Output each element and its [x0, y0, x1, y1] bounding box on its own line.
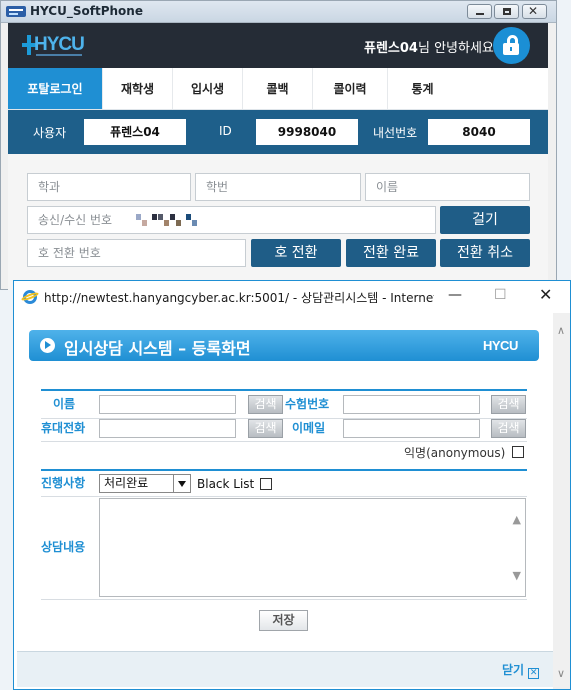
- popup-scrollbar[interactable]: ∧ ∨: [553, 313, 570, 689]
- tab-statistics[interactable]: 통계: [387, 68, 457, 109]
- tab-enrolled[interactable]: 재학생: [102, 68, 172, 109]
- page-header: 입시상담 시스템 – 등록화면 HYCU: [29, 330, 539, 361]
- internet-explorer-icon: [20, 289, 40, 305]
- user-label: 사용자: [33, 126, 67, 140]
- tab-callback[interactable]: 콜백: [242, 68, 312, 109]
- scroll-up-icon: ▲: [512, 513, 521, 526]
- logout-button[interactable]: [493, 27, 530, 64]
- exam-number-input[interactable]: [343, 395, 480, 414]
- department-input[interactable]: 학과: [27, 173, 191, 201]
- email-search-button[interactable]: 검색: [491, 419, 526, 438]
- greeting-username: 퓨렌스04: [364, 41, 418, 56]
- popup-maximize-button[interactable]: ☐: [494, 287, 507, 303]
- maximize-button[interactable]: [494, 4, 519, 19]
- header-logo: HYCU: [483, 338, 518, 353]
- extension-value: 8040: [428, 119, 530, 145]
- popup-name-input[interactable]: [99, 395, 236, 414]
- progress-select[interactable]: 처리완료: [99, 474, 191, 493]
- greeting-suffix: 님 안녕하세요.: [417, 41, 499, 56]
- logo-underline: [36, 54, 82, 56]
- dial-button[interactable]: 걸기: [440, 206, 530, 234]
- maximize-icon: [503, 8, 511, 15]
- phone-label: 휴대전화: [41, 421, 86, 435]
- greeting: 퓨렌스04님 안녕하세요.: [364, 37, 498, 56]
- progress-label: 진행사항: [41, 476, 86, 490]
- popup-close-button[interactable]: ✕: [539, 285, 552, 304]
- transfer-complete-button[interactable]: 전환 완료: [346, 239, 436, 267]
- close-box-icon: ✕: [528, 668, 540, 679]
- name-input[interactable]: 이름: [365, 173, 530, 201]
- scroll-down-icon: ▼: [512, 569, 521, 582]
- tab-applicant[interactable]: 입시생: [172, 68, 242, 109]
- exam-number-search-button[interactable]: 검색: [491, 395, 526, 414]
- content-label: 상담내용: [41, 540, 86, 554]
- close-icon: ✕: [528, 4, 539, 18]
- email-input[interactable]: [343, 419, 480, 438]
- save-button[interactable]: 저장: [259, 610, 308, 631]
- call-form: 학과 학번 이름 송신/수신 번호 걸기 호 전환 번호 호 전환 전환 완료 …: [8, 154, 548, 290]
- call-number-placeholder: 송신/수신 번호: [38, 213, 113, 227]
- popup-footer: [17, 651, 553, 687]
- form-top-line: [41, 389, 527, 391]
- close-link[interactable]: 닫기 ✕: [502, 661, 540, 679]
- play-icon: [40, 338, 55, 353]
- extension-label: 내선번호: [373, 126, 418, 140]
- transfer-cancel-button[interactable]: 전환 취소: [440, 239, 530, 267]
- anonymous-checkbox[interactable]: [512, 446, 524, 458]
- popup-title: http://newtest.hanyangcyber.ac.kr:5001/ …: [44, 291, 434, 305]
- window-title: HYCU_SoftPhone: [30, 4, 143, 18]
- content-textarea[interactable]: ▲ ▼: [99, 498, 526, 597]
- blacklist-checkbox[interactable]: [260, 478, 272, 490]
- call-number-input[interactable]: 송신/수신 번호: [27, 206, 436, 234]
- student-number-input[interactable]: 학번: [195, 173, 361, 201]
- page-title: 입시상담 시스템 – 등록화면: [64, 339, 251, 358]
- scrollbar-down-icon[interactable]: ∨: [557, 667, 565, 680]
- id-value: 9998040: [256, 119, 358, 145]
- email-label: 이메일: [292, 421, 326, 435]
- close-button[interactable]: ✕: [522, 4, 547, 19]
- name-search-button[interactable]: 검색: [248, 395, 283, 414]
- redacted-number: [136, 214, 200, 226]
- tab-call-history[interactable]: 콜이력: [312, 68, 387, 109]
- name-label: 이름: [53, 397, 76, 411]
- minimize-button[interactable]: [467, 4, 492, 19]
- tab-bar: 포탈로그인 재학생 입시생 콜백 콜이력 통계: [8, 68, 548, 110]
- hycu-logo: HYCU: [22, 31, 85, 59]
- phone-input[interactable]: [99, 419, 236, 438]
- minimize-icon: [476, 13, 484, 15]
- agent-info-bar: 사용자 퓨렌스04 ID 9998040 내선번호 8040: [8, 110, 548, 154]
- softphone-header: HYCU 퓨렌스04님 안녕하세요.: [8, 23, 548, 68]
- transfer-button[interactable]: 호 전환: [251, 239, 341, 267]
- progress-selected-value: 처리완료: [104, 476, 149, 490]
- phone-search-button[interactable]: 검색: [248, 419, 283, 438]
- chevron-down-icon: [173, 475, 190, 492]
- transfer-number-input[interactable]: 호 전환 번호: [27, 239, 246, 267]
- logo-text: HYCU: [34, 34, 85, 55]
- id-label: ID: [219, 124, 232, 138]
- popup-titlebar: http://newtest.hanyangcyber.ac.kr:5001/ …: [14, 281, 570, 313]
- anonymous-label: 익명(anonymous): [404, 446, 506, 460]
- app-icon: [6, 6, 26, 17]
- softphone-titlebar: HYCU_SoftPhone ✕: [1, 1, 556, 23]
- popup-content: 입시상담 시스템 – 등록화면 HYCU 이름 검색 수험번호 검색 휴대전화 …: [15, 313, 553, 689]
- scrollbar-up-icon[interactable]: ∧: [557, 324, 565, 337]
- exam-number-label: 수험번호: [285, 397, 330, 411]
- consult-popup-window: http://newtest.hanyangcyber.ac.kr:5001/ …: [13, 280, 571, 690]
- user-value: 퓨렌스04: [84, 119, 186, 145]
- tab-portal-login[interactable]: 포탈로그인: [8, 68, 102, 109]
- blacklist-label: Black List: [197, 477, 255, 491]
- popup-minimize-button[interactable]: —: [448, 287, 462, 303]
